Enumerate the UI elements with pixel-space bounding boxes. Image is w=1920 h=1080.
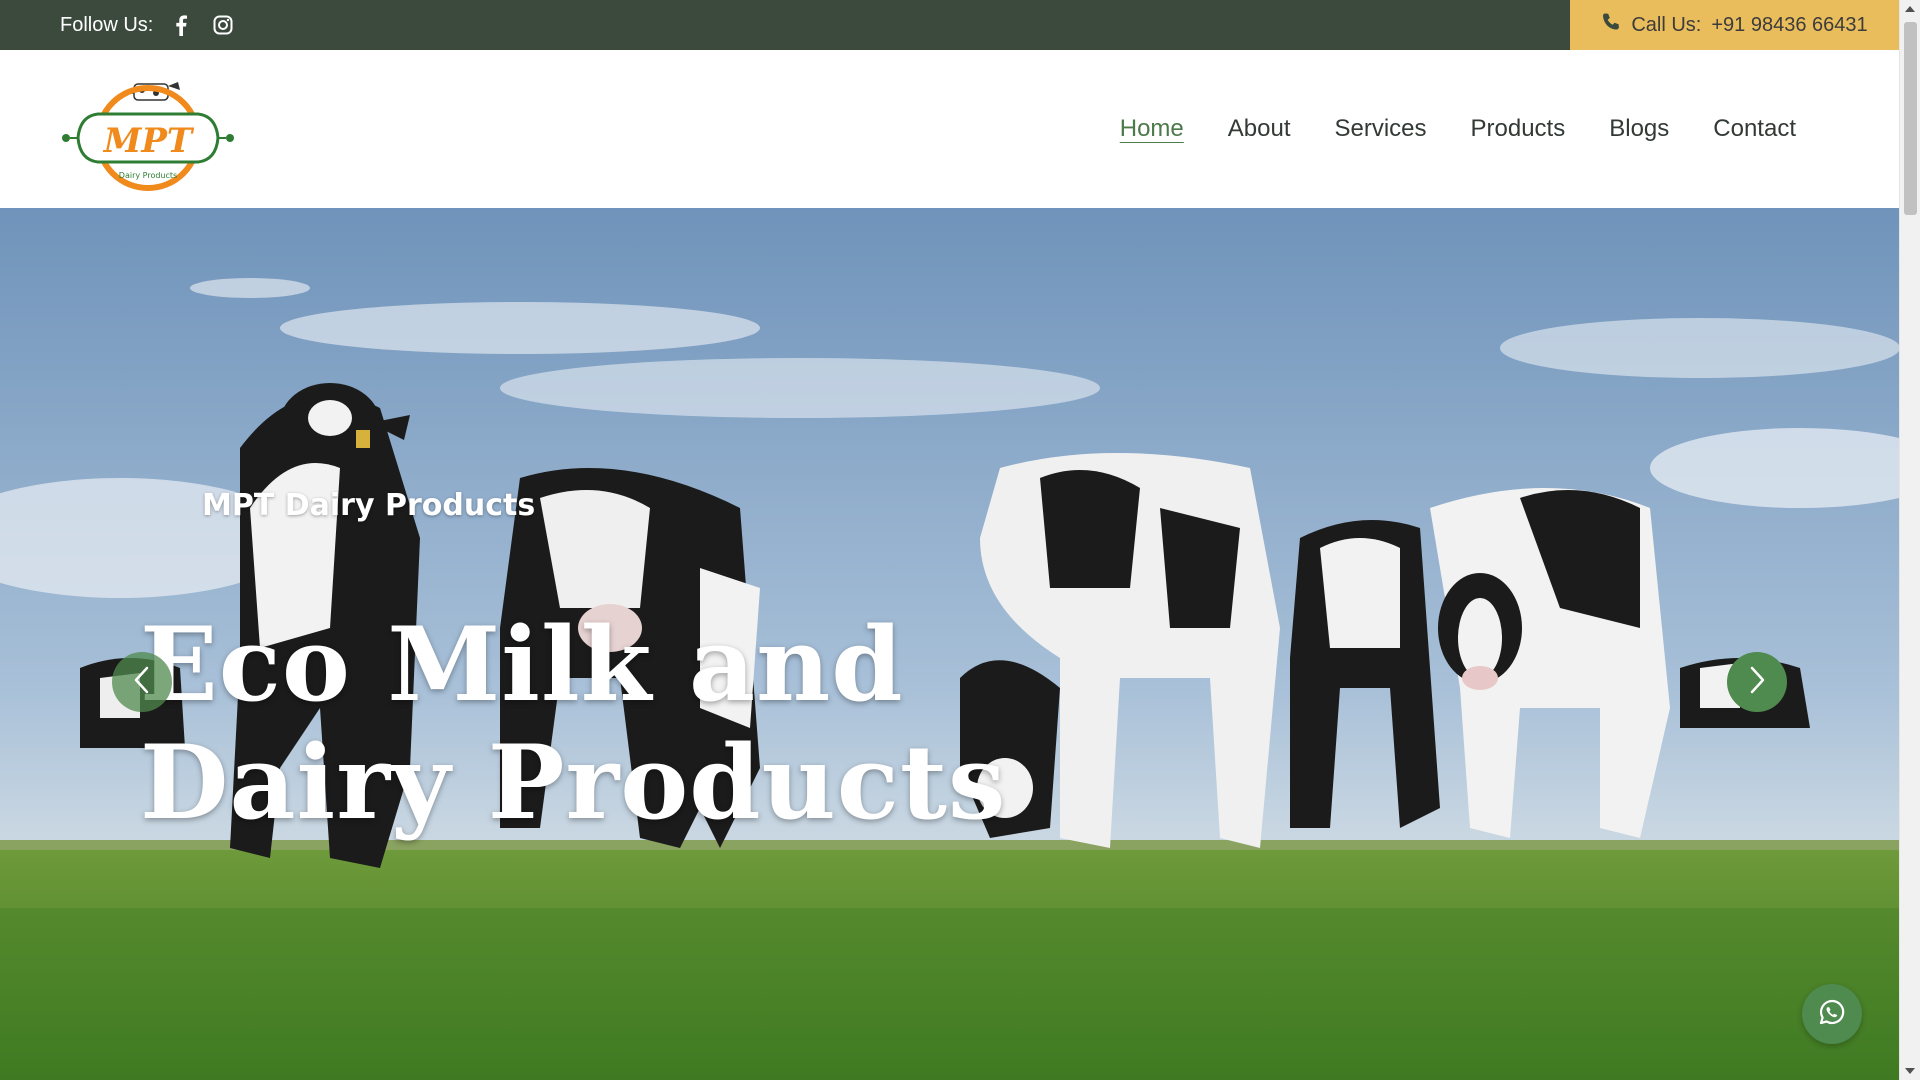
logo-text: MPT bbox=[103, 121, 195, 161]
main-nav: Home About Services Products Blogs Conta… bbox=[1120, 50, 1796, 208]
nav-about[interactable]: About bbox=[1228, 115, 1291, 143]
scroll-down-arrow[interactable] bbox=[1905, 1068, 1915, 1074]
chevron-left-icon bbox=[132, 665, 152, 700]
social-links bbox=[175, 14, 233, 36]
hero-slider: MPT Dairy Products Eco Milk and Dairy Pr… bbox=[0, 208, 1899, 1080]
slider-next-button[interactable] bbox=[1727, 652, 1787, 712]
follow-us-label: Follow Us: bbox=[60, 13, 154, 36]
site-header: MPT Dairy Products Home About Services P… bbox=[0, 50, 1899, 208]
chevron-right-icon bbox=[1747, 665, 1767, 700]
site-logo[interactable]: MPT Dairy Products bbox=[58, 66, 238, 192]
nav-home[interactable]: Home bbox=[1120, 115, 1184, 143]
follow-us: Follow Us: bbox=[60, 0, 233, 50]
call-us-label: Call Us: bbox=[1631, 13, 1702, 36]
logo-tagline: Dairy Products bbox=[119, 171, 177, 180]
scrollbar-thumb[interactable] bbox=[1904, 22, 1917, 215]
nav-products[interactable]: Products bbox=[1471, 115, 1566, 143]
hero-title: Eco Milk and Dairy Products bbox=[140, 605, 1007, 843]
nav-blogs[interactable]: Blogs bbox=[1609, 115, 1669, 143]
nav-contact[interactable]: Contact bbox=[1713, 115, 1796, 143]
hero-subtitle: MPT Dairy Products bbox=[202, 488, 536, 523]
nav-services[interactable]: Services bbox=[1334, 115, 1426, 143]
top-bar: Follow Us: Call Us: +91 98436 66431 bbox=[0, 0, 1899, 50]
whatsapp-button[interactable] bbox=[1802, 984, 1862, 1044]
phone-number[interactable]: +91 98436 66431 bbox=[1711, 14, 1867, 37]
facebook-icon[interactable] bbox=[175, 14, 188, 36]
phone-icon bbox=[1601, 12, 1621, 38]
instagram-icon[interactable] bbox=[213, 15, 233, 35]
scroll-up-arrow[interactable] bbox=[1905, 6, 1915, 12]
page-scrollbar[interactable] bbox=[1899, 0, 1920, 1080]
call-us-box[interactable]: Call Us: +91 98436 66431 bbox=[1570, 0, 1899, 50]
slider-prev-button[interactable] bbox=[112, 652, 172, 712]
whatsapp-icon bbox=[1818, 998, 1846, 1031]
